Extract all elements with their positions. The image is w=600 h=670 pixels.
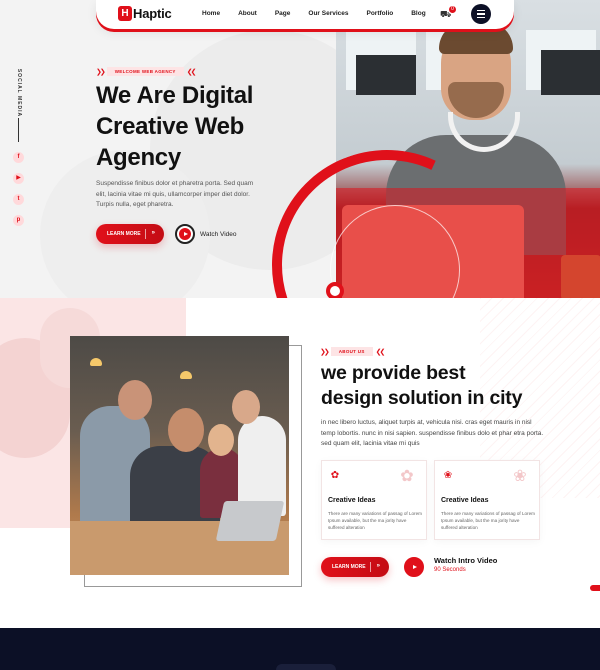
about-description: in nec libero luctus, aliquet turpis at,… bbox=[321, 419, 544, 447]
next-section-band bbox=[0, 628, 600, 670]
team-photo bbox=[70, 336, 289, 575]
scroll-to-top-tab[interactable] bbox=[590, 585, 600, 591]
youtube-icon[interactable]: ▶ bbox=[13, 173, 24, 184]
hero-title-line: Agency bbox=[96, 144, 181, 171]
double-chevron-icon: ❯❯ bbox=[96, 68, 106, 76]
facebook-icon[interactable]: f bbox=[13, 152, 24, 163]
double-chevron-icon: ❮❮ bbox=[186, 68, 197, 76]
hero-title: We Are Digital Creative Web Agency bbox=[96, 80, 326, 173]
nav-blog[interactable]: Blog bbox=[411, 10, 425, 17]
feature-card[interactable]: ❀ ❀ Creative Ideas There are many variat… bbox=[434, 460, 540, 540]
ceiling-lamp bbox=[180, 371, 192, 379]
social-media-label: SOCIAL MEDIA bbox=[16, 68, 22, 118]
double-chevron-right-icon: » bbox=[151, 230, 155, 236]
hamburger-icon[interactable] bbox=[471, 4, 491, 24]
creative-ideas-icon: ❀ bbox=[443, 470, 453, 481]
hero-learn-more-button[interactable]: LEARN MORE » bbox=[96, 224, 164, 244]
about-tag-label: ABOUT US bbox=[330, 347, 373, 356]
nav-our-services[interactable]: Our Services bbox=[308, 10, 348, 17]
nav-home[interactable]: Home bbox=[202, 10, 220, 17]
button-divider bbox=[370, 562, 371, 572]
pinterest-icon[interactable]: p bbox=[13, 215, 24, 226]
creative-ideas-watermark-icon: ✿ bbox=[400, 468, 414, 485]
twitter-icon[interactable]: t bbox=[13, 194, 24, 205]
hero-learn-more-label: LEARN MORE bbox=[107, 231, 141, 237]
play-icon bbox=[408, 561, 420, 573]
top-navbar: H Haptic Home About Page Our Services Po… bbox=[96, 0, 514, 29]
hero-tag-label: WELCOME WEB AGENCY bbox=[106, 67, 184, 76]
watch-video-link[interactable]: Watch Video bbox=[200, 231, 237, 238]
about-title: we provide best design solution in city bbox=[321, 361, 581, 411]
about-learn-more-label: LEARN MORE bbox=[332, 564, 366, 570]
brand-name: Haptic bbox=[133, 6, 172, 21]
hero-title-line: We Are Digital bbox=[96, 82, 254, 109]
person-head bbox=[168, 408, 204, 452]
about-tag: ❯❯ ABOUT US ❮❮ bbox=[320, 347, 386, 356]
social-divider bbox=[18, 118, 19, 142]
nav-about[interactable]: About bbox=[238, 10, 257, 17]
hero-tag: ❯❯ WELCOME WEB AGENCY ❮❮ bbox=[96, 67, 197, 76]
hero-section: SOCIAL MEDIA f ▶ t p ❯❯ WELCOME WEB AGEN… bbox=[0, 0, 600, 298]
feature-card[interactable]: ✿ ✿ Creative Ideas There are many variat… bbox=[321, 460, 427, 540]
feature-card-title: Creative Ideas bbox=[328, 497, 376, 504]
about-title-line: we provide best bbox=[321, 362, 466, 384]
logo-mark: H bbox=[118, 6, 132, 21]
brand-logo[interactable]: H Haptic bbox=[118, 6, 172, 21]
about-learn-more-button[interactable]: LEARN MORE » bbox=[321, 557, 389, 577]
hero-description: Suspendisse finibus dolor et pharetra po… bbox=[96, 180, 254, 208]
cart-count-badge: 0 bbox=[449, 6, 456, 13]
feature-card-text: There are many variations of passag of L… bbox=[328, 511, 422, 530]
nav-portfolio[interactable]: Portfolio bbox=[367, 10, 394, 17]
ceiling-lamp bbox=[90, 358, 102, 366]
laptop bbox=[215, 501, 285, 541]
section-hint-shape bbox=[276, 664, 336, 670]
person-head bbox=[232, 390, 260, 424]
office-monitor bbox=[356, 55, 416, 95]
button-divider bbox=[145, 229, 146, 239]
slider-dot[interactable] bbox=[326, 282, 344, 298]
intro-video-play-button[interactable] bbox=[404, 557, 424, 577]
double-chevron-icon: ❮❮ bbox=[375, 348, 386, 356]
nav-page[interactable]: Page bbox=[275, 10, 291, 17]
hero-play-button[interactable] bbox=[175, 224, 195, 244]
intro-video-title[interactable]: Watch Intro Video bbox=[434, 556, 497, 565]
person-head bbox=[208, 424, 234, 456]
creative-ideas-icon: ✿ bbox=[330, 470, 340, 481]
person-head bbox=[118, 380, 152, 420]
hero-title-line: Creative Web bbox=[96, 113, 245, 140]
feature-card-title: Creative Ideas bbox=[441, 497, 489, 504]
feature-card-text: There are many variations of passag of L… bbox=[441, 511, 535, 530]
play-icon bbox=[179, 228, 191, 240]
intro-video-duration: 90 Seconds bbox=[434, 567, 466, 573]
double-chevron-icon: ❯❯ bbox=[320, 348, 330, 356]
office-monitor bbox=[541, 50, 600, 95]
creative-ideas-watermark-icon: ❀ bbox=[513, 468, 527, 485]
coffee-cup bbox=[561, 255, 600, 298]
main-menu: Home About Page Our Services Portfolio B… bbox=[202, 10, 444, 17]
double-chevron-right-icon: » bbox=[376, 563, 380, 569]
about-title-line: design solution in city bbox=[321, 387, 523, 409]
